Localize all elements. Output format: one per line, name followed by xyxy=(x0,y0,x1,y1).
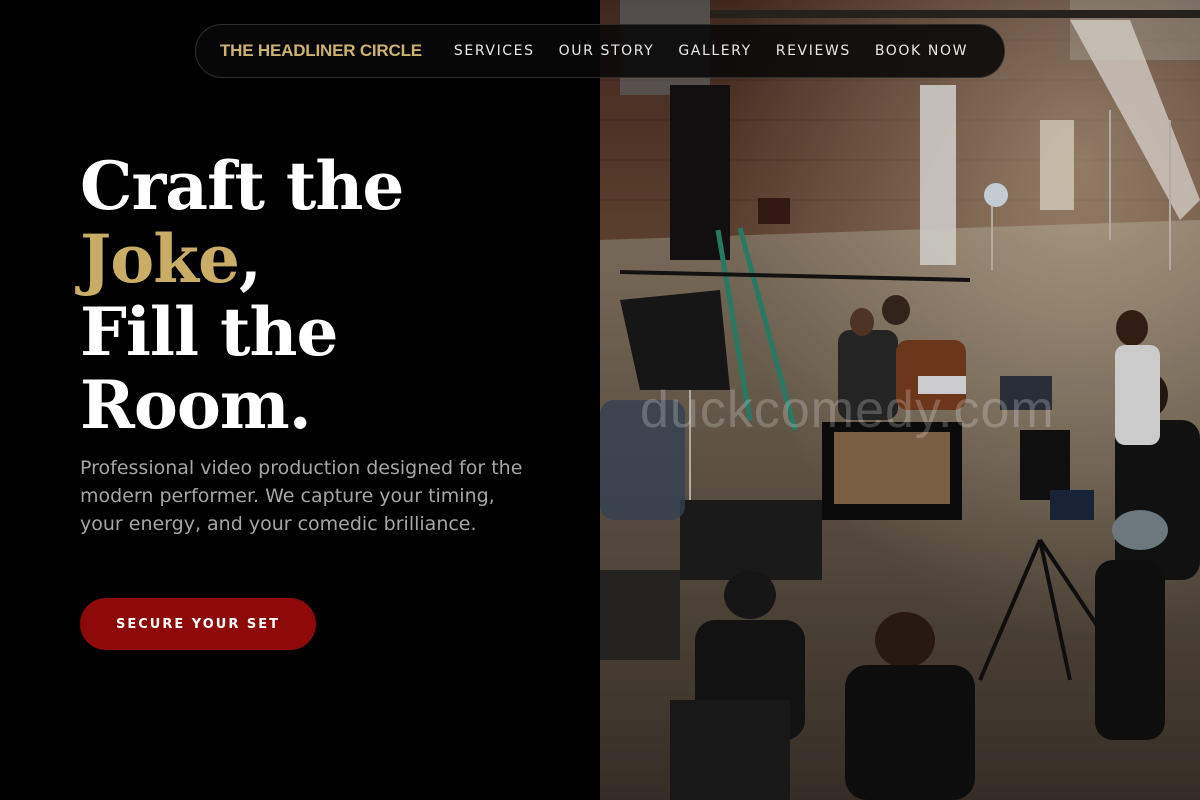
hero-subtitle: Professional video production designed f… xyxy=(80,457,523,535)
nav-link-book-now[interactable]: BOOK NOW xyxy=(875,43,968,59)
nav-link-gallery[interactable]: GALLERY xyxy=(678,43,751,59)
nav-links: SERVICES OUR STORY GALLERY REVIEWS BOOK … xyxy=(454,43,968,59)
secure-your-set-button[interactable]: SECURE YOUR SET xyxy=(80,598,316,650)
hero-accent-suffix: , xyxy=(238,220,262,298)
hero-title-line-4: Room. xyxy=(80,366,312,444)
hero-title-line-3: Fill the xyxy=(80,293,339,371)
hero-title-line-2: Joke, xyxy=(80,223,403,296)
nav-link-reviews[interactable]: REVIEWS xyxy=(776,43,851,59)
nav-link-services[interactable]: SERVICES xyxy=(454,43,535,59)
brand-logo[interactable]: THE HEADLINER CIRCLE xyxy=(220,41,422,61)
hero-title: Craft the Joke, Fill the Room. xyxy=(80,147,404,444)
hero-accent-word: Joke xyxy=(80,220,240,298)
film-set-photo xyxy=(600,0,1200,800)
nav-link-our-story[interactable]: OUR STORY xyxy=(559,43,655,59)
top-navigation: THE HEADLINER CIRCLE SERVICES OUR STORY … xyxy=(195,24,1005,78)
hero-title-line-1: Craft the xyxy=(80,147,404,225)
